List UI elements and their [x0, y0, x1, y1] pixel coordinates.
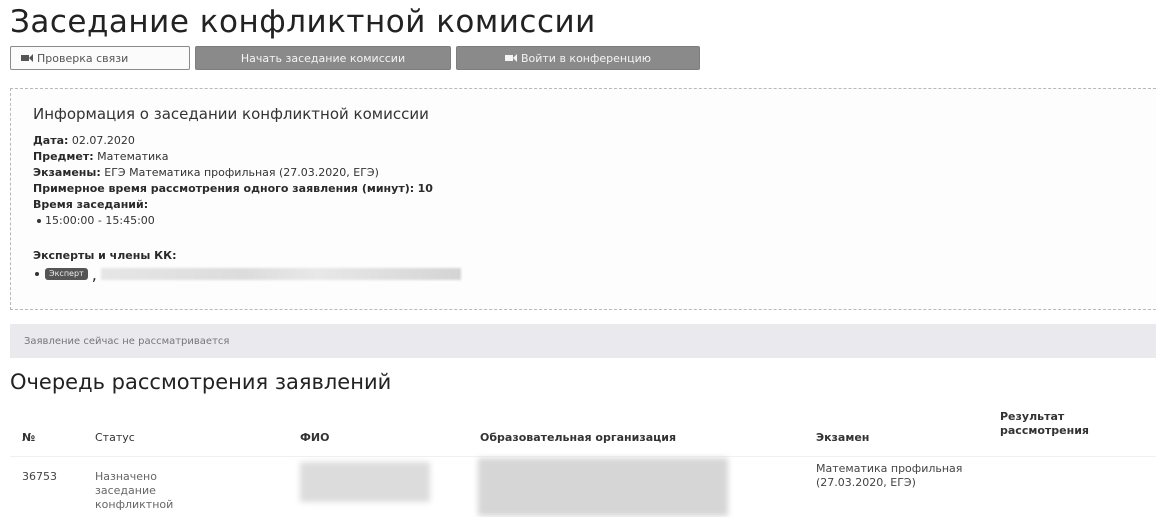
page: Заседание конфликтной комиссии Проверка …: [0, 0, 1156, 517]
column-header-org: Образовательная организация: [480, 431, 677, 444]
column-header-result: Результат рассмотрения: [1000, 410, 1089, 437]
expert-list-item: Эксперт ,: [35, 264, 461, 284]
meeting-info-heading: Информация о заседании конфликтной комис…: [33, 105, 429, 123]
sessions-label: Время заседаний:: [33, 198, 149, 211]
toolbar: Проверка связи Начать заседание комиссии…: [10, 46, 700, 72]
start-meeting-button[interactable]: Начать заседание комиссии: [195, 46, 451, 70]
meeting-info-panel: Информация о заседании конфликтной комис…: [10, 88, 1156, 310]
queue-title: Очередь рассмотрения заявлений: [10, 370, 392, 394]
sessions-line: Время заседаний:: [33, 197, 433, 213]
row-exam: Математика профильная (27.03.2020, ЕГЭ): [816, 462, 963, 489]
queue-table: № Статус ФИО Образовательная организация…: [10, 400, 1156, 517]
row-org-redacted: [478, 458, 728, 516]
column-header-status: Статус: [95, 431, 135, 444]
start-meeting-label: Начать заседание комиссии: [240, 51, 406, 65]
session-time-item: 15:00:00 - 15:45:00: [33, 213, 433, 229]
expert-separator: ,: [91, 264, 97, 284]
check-connection-label: Проверка связи: [37, 51, 129, 65]
column-header-num: №: [22, 431, 36, 444]
approx-time-value: 10: [417, 182, 433, 195]
video-camera-icon: [504, 54, 517, 62]
date-label: Дата:: [33, 134, 69, 147]
expert-badge: Эксперт: [45, 268, 88, 280]
date-line: Дата: 02.07.2020: [33, 133, 433, 149]
subject-label: Предмет:: [33, 150, 94, 163]
column-header-fio: ФИО: [300, 431, 330, 444]
join-conference-label: Войти в конференцию: [520, 51, 652, 65]
column-header-exam: Экзамен: [816, 431, 870, 444]
review-status-text: Заявление сейчас не рассматривается: [24, 335, 230, 347]
subject-value: Математика: [97, 150, 169, 163]
table-header-divider: [10, 456, 1156, 457]
date-value: 02.07.2020: [71, 134, 135, 147]
exams-label: Экзамены:: [33, 166, 101, 179]
video-camera-icon: [21, 54, 33, 62]
review-status-bar: Заявление сейчас не рассматривается: [10, 324, 1156, 358]
exams-line: Экзамены: ЕГЭ Математика профильная (27.…: [33, 165, 433, 181]
approx-time-label: Примерное время рассмотрения одного заяв…: [33, 182, 415, 195]
row-fio-redacted: [300, 462, 430, 502]
meeting-info-details: Дата: 02.07.2020 Предмет: Математика Экз…: [33, 133, 433, 229]
approx-time-line: Примерное время рассмотрения одного заяв…: [33, 181, 433, 197]
subject-line: Предмет: Математика: [33, 149, 433, 165]
join-conference-button[interactable]: Войти в конференцию: [456, 46, 700, 70]
page-title: Заседание конфликтной комиссии: [10, 4, 596, 40]
check-connection-button[interactable]: Проверка связи: [10, 46, 190, 70]
row-num: 36753: [22, 470, 57, 483]
expert-name-redacted: [100, 268, 461, 280]
row-status: Назначено заседание конфликтной: [95, 470, 174, 511]
exams-value: ЕГЭ Математика профильная (27.03.2020, Е…: [104, 166, 379, 179]
experts-label: Эксперты и члены КК:: [33, 249, 177, 262]
